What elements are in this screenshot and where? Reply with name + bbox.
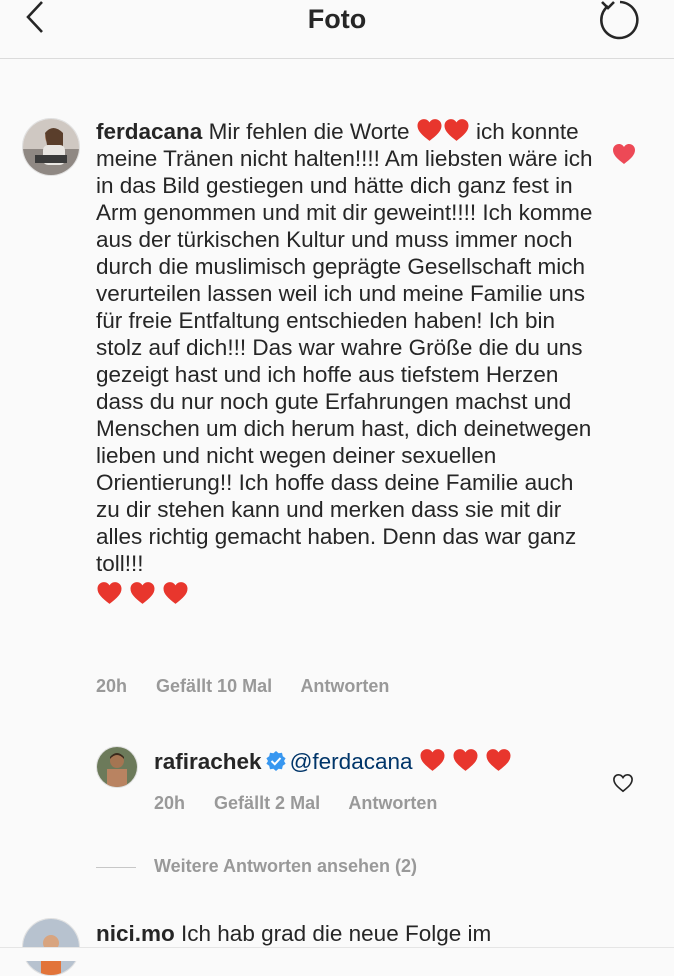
liked-heart-icon[interactable]	[612, 143, 636, 165]
like-heart-icon[interactable]	[612, 773, 634, 793]
reply-avatar[interactable]	[96, 746, 138, 788]
reply-meta: 20h Gefällt 2 Mal Antworten	[154, 793, 461, 814]
red-heart-emoji-icon	[443, 118, 470, 142]
red-heart-emoji-icon	[96, 581, 123, 605]
red-heart-emoji-icon	[416, 118, 443, 142]
divider-line	[96, 866, 136, 868]
reply-time: 20h	[154, 793, 186, 813]
red-heart-emoji-icon	[162, 581, 189, 605]
comment-time: 20h	[96, 676, 128, 696]
avatar[interactable]	[22, 118, 80, 176]
comment-meta: 20h Gefällt 10 Mal Antworten	[96, 676, 413, 697]
comment-likes-link[interactable]: Gefällt 10 Mal	[156, 676, 272, 696]
profile-photo-icon	[97, 747, 137, 787]
red-heart-emoji-icon	[419, 748, 446, 772]
red-heart-emoji-icon	[129, 581, 156, 605]
view-more-replies-label: Weitere Antworten ansehen (2)	[154, 856, 418, 876]
view-more-replies-button[interactable]: Weitere Antworten ansehen (2)	[96, 856, 417, 877]
comment-username[interactable]: ferdacana	[96, 119, 202, 144]
comment-text-rest: ich konnte meine Tränen nicht halten!!!!…	[96, 119, 593, 576]
comment-reply-button[interactable]: Antworten	[300, 676, 389, 696]
reply-likes-link[interactable]: Gefällt 2 Mal	[214, 793, 320, 813]
reply-body: rafirachek @ferdacana	[154, 747, 512, 777]
comment-text-start: Mir fehlen die Worte	[208, 119, 410, 144]
next-comment-username[interactable]: nici.mo	[96, 921, 175, 946]
top-nav-bar: Foto	[0, 0, 674, 59]
profile-photo-icon	[23, 119, 79, 175]
reply-mention-link[interactable]: @ferdacana	[290, 749, 413, 774]
next-comment-text: Ich hab grad die neue Folge im	[181, 921, 492, 946]
red-heart-emoji-icon	[485, 748, 512, 772]
comment-body: ferdacana Mir fehlen die Worte ich konnt…	[96, 118, 596, 608]
page-title: Foto	[307, 4, 367, 34]
refresh-icon[interactable]	[598, 0, 646, 40]
verified-badge-icon	[265, 751, 286, 771]
reply-reply-button[interactable]: Antworten	[348, 793, 437, 813]
reply-username[interactable]: rafirachek	[154, 749, 262, 774]
next-comment-body: nici.mo Ich hab grad die neue Folge im	[96, 921, 491, 947]
bottom-divider	[0, 947, 674, 961]
red-heart-emoji-icon	[452, 748, 479, 772]
